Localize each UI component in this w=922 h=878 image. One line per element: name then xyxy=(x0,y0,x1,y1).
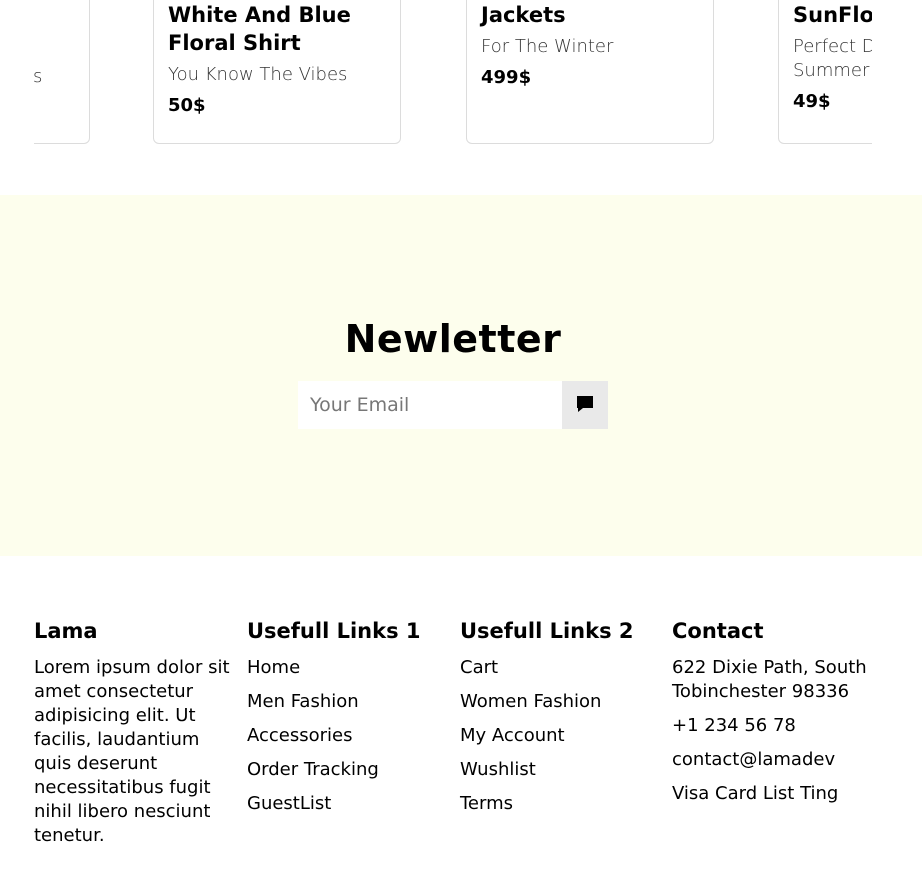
footer-link-women-fashion[interactable]: Women Fashion xyxy=(460,690,634,714)
newsletter-title: Newletter xyxy=(344,317,562,361)
footer-contact: Contact 622 Dixie Path, South Tobinchest… xyxy=(672,618,868,816)
product-subtitle: For The Winter xyxy=(481,36,614,57)
contact-phone: +1 234 56 78 xyxy=(672,715,796,736)
footer-link-men-fashion[interactable]: Men Fashion xyxy=(247,690,421,714)
footer-link-accessories[interactable]: Accessories xyxy=(247,724,421,748)
product-title: Jackets xyxy=(481,3,566,27)
brand-title: Lama xyxy=(34,619,98,643)
product-card[interactable]: Jackets For The Winter 499$ xyxy=(466,0,714,144)
links2-title: Usefull Links 2 xyxy=(460,619,634,643)
footer-link-guestlist[interactable]: GuestList xyxy=(247,792,421,816)
footer-link-order-tracking[interactable]: Order Tracking xyxy=(247,758,421,782)
product-price: 49$ xyxy=(793,91,831,112)
email-input[interactable] xyxy=(298,381,562,429)
product-slider: s White And Blue Floral Shirt You Know T… xyxy=(34,0,872,146)
product-card[interactable]: SunFlow Perfect D Summer! 49$ xyxy=(778,0,872,144)
subscribe-button[interactable] xyxy=(562,381,608,429)
product-card[interactable]: s xyxy=(34,0,90,144)
links1-title: Usefull Links 1 xyxy=(247,619,421,643)
footer-link-home[interactable]: Home xyxy=(247,656,421,680)
product-price: 499$ xyxy=(481,67,532,88)
contact-payment: Visa Card List Ting xyxy=(672,783,839,804)
footer-brand: Lama Lorem ipsum dolor sit amet consecte… xyxy=(34,618,234,848)
product-card[interactable]: White And Blue Floral Shirt You Know The… xyxy=(153,0,401,144)
footer-link-terms[interactable]: Terms xyxy=(460,792,634,816)
footer-link-cart[interactable]: Cart xyxy=(460,656,634,680)
product-title: SunFlow xyxy=(793,3,872,27)
product-subtitle: Perfect D Summer! xyxy=(793,36,872,81)
chat-bubble-icon xyxy=(575,394,595,417)
product-subtitle: You Know The Vibes xyxy=(168,64,348,85)
newsletter-section: Newletter xyxy=(0,195,922,556)
footer-link-my-account[interactable]: My Account xyxy=(460,724,634,748)
contact-title: Contact xyxy=(672,619,764,643)
footer-link-wishlist[interactable]: Wushlist xyxy=(460,758,634,782)
newsletter-form xyxy=(298,381,608,429)
contact-email[interactable]: contact@lamadev xyxy=(672,748,868,772)
product-price: 50$ xyxy=(168,95,206,116)
product-title: White And Blue Floral Shirt xyxy=(168,3,351,55)
footer-links-1: Usefull Links 1 Home Men Fashion Accesso… xyxy=(247,618,421,826)
contact-address: 622 Dixie Path, South Tobinchester 98336 xyxy=(672,657,867,702)
footer: Lama Lorem ipsum dolor sit amet consecte… xyxy=(34,618,894,868)
brand-description: Lorem ipsum dolor sit amet consectetur a… xyxy=(34,657,230,846)
product-subtitle: s xyxy=(34,66,43,87)
footer-links-2: Usefull Links 2 Cart Women Fashion My Ac… xyxy=(460,618,634,826)
